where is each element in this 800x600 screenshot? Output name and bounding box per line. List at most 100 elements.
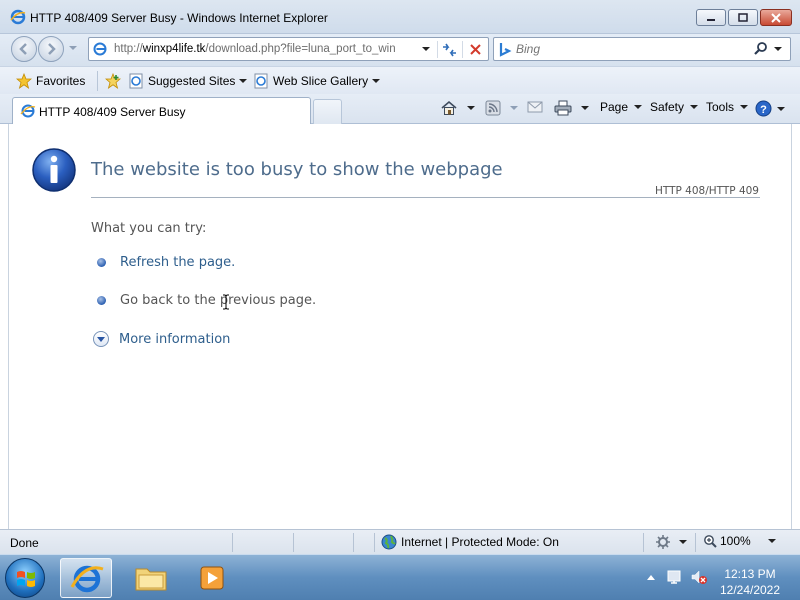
taskbar-windows-explorer[interactable] — [125, 558, 177, 598]
add-to-favorites-bar-button[interactable] — [105, 73, 121, 89]
windows-logo-icon — [17, 571, 35, 587]
web-slice-gallery-link[interactable]: Web Slice Gallery — [253, 73, 381, 89]
url-prefix: http:// — [114, 43, 143, 55]
title-bar: HTTP 408/409 Server Busy - Windows Inter… — [0, 0, 800, 34]
bullet-icon — [97, 258, 106, 267]
zone-label: Internet | Protected Mode: On — [401, 535, 559, 549]
search-dropdown[interactable] — [774, 47, 782, 51]
folder-icon — [135, 568, 167, 591]
tab-label: HTTP 408/409 Server Busy — [39, 105, 186, 119]
action-center-icon[interactable] — [666, 569, 682, 585]
tip-text: Refresh the page. — [120, 255, 236, 270]
new-tab-button[interactable] — [313, 99, 342, 124]
minimize-icon — [707, 18, 715, 21]
address-dropdown[interactable] — [422, 47, 430, 51]
privacy-report-button[interactable] — [655, 534, 687, 550]
tools-menu-label: Tools — [706, 100, 735, 114]
status-separator — [643, 533, 644, 552]
show-hidden-icons-button[interactable] — [647, 575, 655, 580]
taskbar-internet-explorer[interactable] — [60, 558, 112, 598]
favorites-button[interactable]: Favorites — [16, 73, 85, 89]
print-button[interactable] — [554, 100, 589, 116]
start-button[interactable] — [5, 558, 45, 598]
chevron-down-icon — [510, 106, 518, 110]
page-icon — [93, 42, 107, 56]
add-favorite-icon — [105, 73, 121, 89]
search-box[interactable] — [493, 37, 791, 61]
forward-button[interactable] — [38, 36, 64, 62]
privacy-gear-icon — [656, 535, 670, 549]
suggested-sites-link[interactable]: Suggested Sites — [128, 73, 248, 89]
tip-text: Go back to the previous page. — [120, 293, 317, 308]
refresh-button[interactable] — [437, 41, 459, 58]
favorites-bar: Favorites Suggested Sites Web Slice Gall… — [0, 66, 800, 94]
home-icon — [441, 100, 457, 115]
clock-date: 12/24/2022 — [719, 583, 781, 597]
status-separator — [232, 533, 233, 552]
page-menu-button[interactable]: Page — [600, 100, 643, 114]
ie-logo-icon — [10, 9, 26, 25]
page-menu-label: Page — [600, 100, 629, 114]
address-url[interactable]: http://winxp4life.tk/download.php?file=l… — [114, 43, 444, 57]
chevron-down-icon — [777, 106, 785, 111]
maximize-button[interactable] — [728, 9, 758, 26]
zoom-level[interactable]: 100% — [703, 534, 776, 548]
volume-muted-icon[interactable] — [690, 569, 708, 585]
status-text: Done — [10, 536, 39, 550]
zoom-label: 100% — [720, 534, 751, 548]
url-domain: winxp4life.tk — [142, 43, 206, 55]
info-icon — [32, 148, 76, 192]
ie-logo-icon — [70, 565, 104, 593]
close-button[interactable] — [760, 9, 792, 26]
refresh-icon — [443, 43, 456, 57]
taskbar-media-player[interactable] — [186, 558, 238, 598]
chevron-down-icon — [634, 105, 643, 109]
stop-button[interactable] — [462, 41, 484, 58]
divider — [91, 197, 760, 198]
status-separator — [353, 533, 354, 552]
tab-bar: HTTP 408/409 Server Busy Page Safety Too… — [0, 94, 800, 124]
feeds-button[interactable] — [485, 100, 518, 116]
chevron-down-icon — [740, 105, 749, 109]
chevron-down-icon — [767, 539, 776, 543]
tools-menu-button[interactable]: Tools — [706, 100, 749, 114]
help-button[interactable]: ? — [755, 100, 785, 117]
chevron-down-icon — [239, 79, 248, 83]
recent-pages-dropdown[interactable] — [69, 46, 77, 50]
tip-go-back: Go back to the previous page. — [97, 293, 316, 308]
status-separator — [695, 533, 696, 552]
more-information-link[interactable]: More information — [93, 331, 230, 347]
try-label: What you can try: — [91, 221, 207, 236]
search-input[interactable] — [516, 41, 746, 57]
zoom-icon — [704, 535, 717, 548]
window-title: HTTP 408/409 Server Busy - Windows Inter… — [30, 11, 328, 25]
close-icon — [771, 12, 781, 23]
mail-icon — [527, 101, 543, 113]
favorites-label: Favorites — [36, 74, 86, 88]
search-icon[interactable] — [753, 41, 769, 57]
address-bar[interactable]: http://winxp4life.tk/download.php?file=l… — [88, 37, 489, 61]
tab-active[interactable]: HTTP 408/409 Server Busy — [12, 97, 311, 124]
web-slice-gallery-label: Web Slice Gallery — [273, 74, 369, 88]
chevron-down-icon — [690, 105, 699, 109]
home-button[interactable] — [440, 100, 475, 116]
security-zone[interactable]: Internet | Protected Mode: On — [381, 534, 559, 550]
svg-text:?: ? — [760, 104, 767, 116]
clock[interactable]: 12:13 PM 12/24/2022 — [712, 566, 788, 598]
read-mail-button[interactable] — [527, 100, 543, 114]
media-player-icon — [200, 566, 224, 590]
safety-menu-button[interactable]: Safety — [650, 100, 699, 114]
refresh-page-link[interactable]: Refresh the page. — [97, 255, 235, 270]
clock-time: 12:13 PM — [724, 567, 776, 581]
favorites-separator — [97, 71, 98, 91]
back-button[interactable] — [11, 36, 37, 62]
rss-feed-icon — [485, 100, 501, 116]
stop-icon — [470, 44, 481, 55]
maximize-icon — [738, 13, 748, 22]
status-separator — [374, 533, 375, 552]
chevron-down-icon — [581, 106, 589, 110]
ie-page-icon — [254, 73, 268, 89]
url-path: /download.php?file=luna_port_to_win — [205, 43, 396, 55]
ie-logo-icon — [20, 104, 36, 118]
minimize-button[interactable] — [696, 9, 726, 26]
